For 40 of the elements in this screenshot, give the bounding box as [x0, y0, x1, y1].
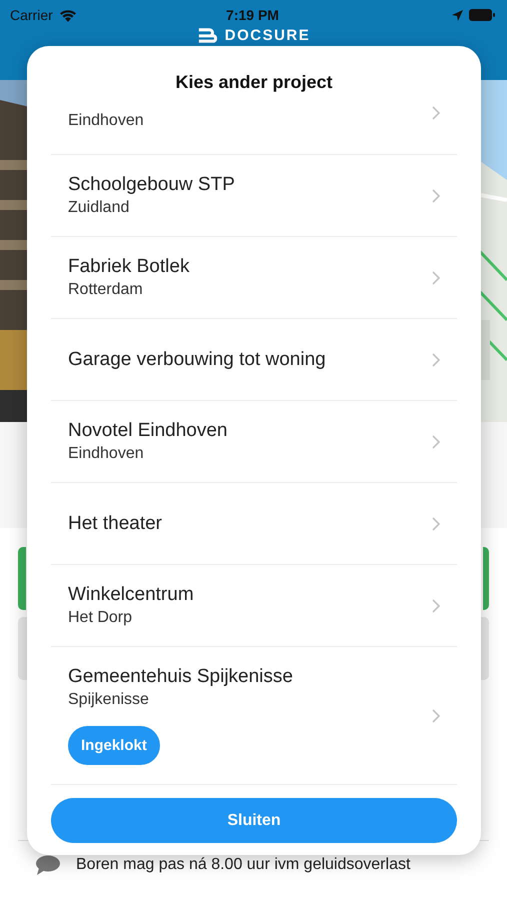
comment-icon [36, 855, 60, 875]
project-location: Eindhoven [68, 445, 144, 463]
dialog-title: Kies ander project [174, 71, 334, 94]
chevron-right-icon [432, 434, 440, 448]
chevron-right-icon [432, 708, 440, 722]
project-item[interactable]: Gemeentehuis Spijkenisse Spijkenisse Ingeklokt [51, 647, 457, 785]
project-location: Zuidland [68, 199, 130, 217]
project-name: Winkelcentrum [68, 584, 194, 606]
project-location: Het Dorp [68, 609, 132, 627]
project-location: Rotterdam [68, 281, 143, 299]
location-arrow-icon [452, 10, 463, 20]
project-item[interactable]: Eindhoven [51, 106, 457, 155]
chevron-right-icon [432, 352, 440, 366]
project-location: Eindhoven [68, 112, 144, 130]
chevron-right-icon [432, 188, 440, 202]
project-name: Het theater [68, 512, 162, 534]
project-name: Novotel Eindhoven [68, 420, 228, 442]
chevron-right-icon [432, 516, 440, 530]
logo-icon [196, 26, 219, 45]
wifi-icon [58, 8, 77, 22]
project-item[interactable]: Winkelcentrum Het Dorp [51, 565, 457, 647]
chevron-right-icon [432, 598, 440, 612]
carrier-label: Carrier [10, 7, 53, 23]
project-item[interactable]: Novotel Eindhoven Eindhoven [51, 401, 457, 483]
chevron-right-icon [432, 270, 440, 284]
clock-time: 7:19 PM [226, 7, 279, 23]
project-location: Spijkenisse [68, 691, 149, 709]
battery-icon [468, 9, 495, 21]
note-text: Boren mag pas ná 8.00 uur ivm geluidsoverlast [76, 856, 410, 874]
project-name: Schoolgebouw STP [68, 174, 235, 196]
project-name: Garage verbouwing tot woning [68, 348, 326, 370]
project-item[interactable]: Fabriek Botlek Rotterdam [51, 237, 457, 319]
project-item[interactable]: Schoolgebouw STP Zuidland [51, 155, 457, 237]
project-name: Gemeentehuis Spijkenisse [68, 666, 293, 688]
project-name: Fabriek Botlek [68, 256, 190, 278]
logo-text: DOCSURE [224, 27, 310, 44]
clocked-in-badge: Ingeklokt [68, 726, 160, 765]
chevron-right-icon [432, 106, 440, 120]
project-item[interactable]: Het theater [51, 483, 457, 565]
project-item[interactable]: Garage verbouwing tot woning [51, 319, 457, 401]
